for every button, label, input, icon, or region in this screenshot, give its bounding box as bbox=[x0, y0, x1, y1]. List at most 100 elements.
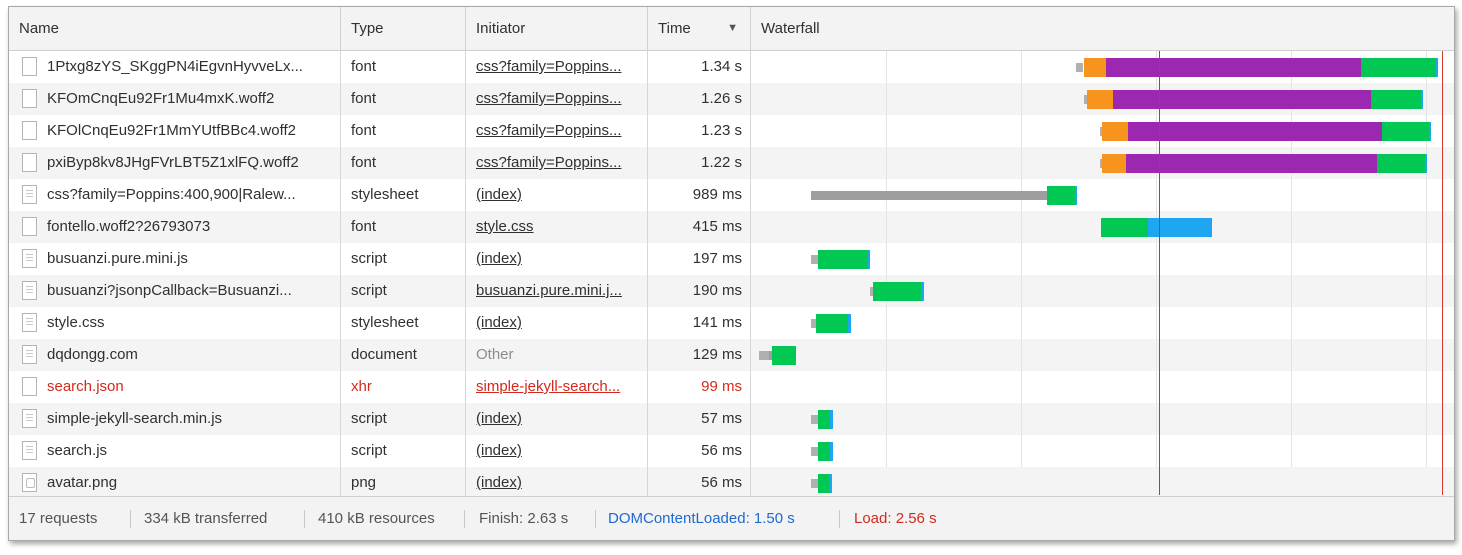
cell-name[interactable]: busuanzi.pure.mini.js bbox=[9, 243, 341, 275]
waterfall-download-bar[interactable] bbox=[830, 410, 833, 429]
cell-name[interactable]: search.js bbox=[9, 435, 341, 467]
waterfall-waiting-bar[interactable] bbox=[1101, 218, 1148, 237]
waterfall-waiting-bar[interactable] bbox=[1047, 186, 1075, 205]
cell-name[interactable]: fontello.woff2?26793073 bbox=[9, 211, 341, 243]
finish-time: Finish: 2.63 s bbox=[479, 510, 569, 527]
cell-name[interactable]: pxiByp8kv8JHgFVrLBT5Z1xlFQ.woff2 bbox=[9, 147, 341, 179]
waterfall-waiting-bar[interactable] bbox=[772, 346, 796, 365]
cell-time: 56 ms bbox=[648, 435, 751, 467]
waterfall-queueing-bar[interactable] bbox=[1076, 63, 1083, 72]
cell-initiator: css?family=Poppins... bbox=[466, 83, 648, 115]
request-time: 415 ms bbox=[692, 218, 742, 235]
column-header-type[interactable]: Type bbox=[341, 7, 466, 50]
table-header: Name Type Initiator Time ▼ Waterfall bbox=[9, 7, 1454, 51]
cell-type: script bbox=[341, 403, 466, 435]
initiator-link[interactable]: (index) bbox=[476, 442, 522, 459]
waterfall-waiting-bar[interactable] bbox=[818, 442, 830, 461]
waterfall-download-bar[interactable] bbox=[1436, 58, 1438, 77]
cell-name[interactable]: simple-jekyll-search.min.js bbox=[9, 403, 341, 435]
initiator-link[interactable]: busuanzi.pure.mini.j... bbox=[476, 282, 622, 299]
waterfall-download-bar[interactable] bbox=[1148, 218, 1212, 237]
initiator-link[interactable]: (index) bbox=[476, 474, 522, 491]
column-header-initiator[interactable]: Initiator bbox=[466, 7, 648, 50]
initiator-link[interactable]: style.css bbox=[476, 218, 534, 235]
waterfall-queueing-bar[interactable] bbox=[811, 415, 818, 424]
request-name: busuanzi?jsonpCallback=Busuanzi... bbox=[47, 282, 292, 299]
cell-name[interactable]: style.css bbox=[9, 307, 341, 339]
initiator-link[interactable]: css?family=Poppins... bbox=[476, 154, 621, 171]
file-icon bbox=[22, 377, 37, 396]
waterfall-ssl-bar[interactable] bbox=[1084, 58, 1106, 77]
initiator-link[interactable]: simple-jekyll-search... bbox=[476, 378, 620, 395]
waterfall-download-bar[interactable] bbox=[829, 474, 832, 493]
waterfall-waiting-bar[interactable] bbox=[1371, 90, 1421, 109]
divider bbox=[464, 510, 465, 528]
waterfall-queueing-bar[interactable] bbox=[811, 447, 818, 456]
initiator-link[interactable]: css?family=Poppins... bbox=[476, 90, 621, 107]
request-time: 1.23 s bbox=[701, 122, 742, 139]
column-header-time[interactable]: Time ▼ bbox=[648, 7, 751, 50]
cell-time: 57 ms bbox=[648, 403, 751, 435]
column-header-name[interactable]: Name bbox=[9, 7, 341, 50]
cell-time: 129 ms bbox=[648, 339, 751, 371]
divider bbox=[130, 510, 131, 528]
request-time: 129 ms bbox=[692, 346, 742, 363]
request-time: 1.26 s bbox=[701, 90, 742, 107]
cell-name[interactable]: avatar.png bbox=[9, 467, 341, 499]
cell-initiator: busuanzi.pure.mini.j... bbox=[466, 275, 648, 307]
waterfall-waiting-bar[interactable] bbox=[1361, 58, 1436, 77]
network-panel: Name Type Initiator Time ▼ Waterfall 1Pt… bbox=[8, 6, 1455, 541]
cell-name[interactable]: KFOlCnqEu92Fr1MmYUtfBBc4.woff2 bbox=[9, 115, 341, 147]
waterfall-waiting-bar[interactable] bbox=[818, 250, 868, 269]
waterfall-ssl-bar[interactable] bbox=[1102, 154, 1126, 173]
document-icon bbox=[22, 281, 37, 300]
table-row[interactable]: avatar.png png (index) 56 ms bbox=[9, 467, 1454, 499]
waterfall-download-bar[interactable] bbox=[1429, 122, 1431, 141]
column-header-waterfall[interactable]: Waterfall bbox=[751, 7, 1454, 50]
initiator-link[interactable]: css?family=Poppins... bbox=[476, 58, 621, 75]
waterfall-ssl-bar[interactable] bbox=[1087, 90, 1113, 109]
cell-name[interactable]: dqdongg.com bbox=[9, 339, 341, 371]
cell-name[interactable]: KFOmCnqEu92Fr1Mu4mxK.woff2 bbox=[9, 83, 341, 115]
initiator-link[interactable]: css?family=Poppins... bbox=[476, 122, 621, 139]
waterfall-stalled-bar[interactable] bbox=[811, 191, 1047, 200]
waterfall-connect-bar[interactable] bbox=[1113, 90, 1371, 109]
waterfall-gridline bbox=[1426, 51, 1427, 467]
cell-type: font bbox=[341, 83, 466, 115]
waterfall-download-bar[interactable] bbox=[830, 442, 833, 461]
waterfall-ssl-bar[interactable] bbox=[1102, 122, 1128, 141]
waterfall-queueing-bar[interactable] bbox=[811, 479, 818, 488]
waterfall-connect-bar[interactable] bbox=[1126, 154, 1377, 173]
waterfall-waiting-bar[interactable] bbox=[818, 474, 829, 493]
cell-type: script bbox=[341, 435, 466, 467]
request-name: fontello.woff2?26793073 bbox=[47, 218, 211, 235]
waterfall-download-bar[interactable] bbox=[1075, 186, 1077, 205]
cell-name[interactable]: css?family=Poppins:400,900|Ralew... bbox=[9, 179, 341, 211]
cell-time: 190 ms bbox=[648, 275, 751, 307]
request-name: KFOlCnqEu92Fr1MmYUtfBBc4.woff2 bbox=[47, 122, 296, 139]
waterfall-download-bar[interactable] bbox=[921, 282, 924, 301]
cell-name[interactable]: busuanzi?jsonpCallback=Busuanzi... bbox=[9, 275, 341, 307]
cell-name[interactable]: 1Ptxg8zYS_SKggPN4iEgvnHyvveLx... bbox=[9, 51, 341, 83]
waterfall-queueing-bar[interactable] bbox=[811, 255, 818, 264]
waterfall-download-bar[interactable] bbox=[1421, 90, 1423, 109]
waterfall-waiting-bar[interactable] bbox=[816, 314, 848, 333]
request-time: 141 ms bbox=[692, 314, 742, 331]
request-name: simple-jekyll-search.min.js bbox=[47, 410, 223, 427]
initiator-link[interactable]: (index) bbox=[476, 314, 522, 331]
sort-descending-icon[interactable]: ▼ bbox=[727, 7, 738, 50]
initiator-link[interactable]: (index) bbox=[476, 186, 522, 203]
waterfall-waiting-bar[interactable] bbox=[1382, 122, 1429, 141]
waterfall-queueing-bar[interactable] bbox=[759, 351, 769, 360]
waterfall-download-bar[interactable] bbox=[1425, 154, 1427, 173]
waterfall-connect-bar[interactable] bbox=[1106, 58, 1361, 77]
initiator-link[interactable]: (index) bbox=[476, 410, 522, 427]
waterfall-download-bar[interactable] bbox=[868, 250, 870, 269]
waterfall-waiting-bar[interactable] bbox=[873, 282, 921, 301]
initiator-link[interactable]: (index) bbox=[476, 250, 522, 267]
waterfall-download-bar[interactable] bbox=[848, 314, 851, 333]
waterfall-connect-bar[interactable] bbox=[1128, 122, 1382, 141]
cell-name[interactable]: search.json bbox=[9, 371, 341, 403]
waterfall-waiting-bar[interactable] bbox=[1377, 154, 1425, 173]
waterfall-waiting-bar[interactable] bbox=[818, 410, 830, 429]
